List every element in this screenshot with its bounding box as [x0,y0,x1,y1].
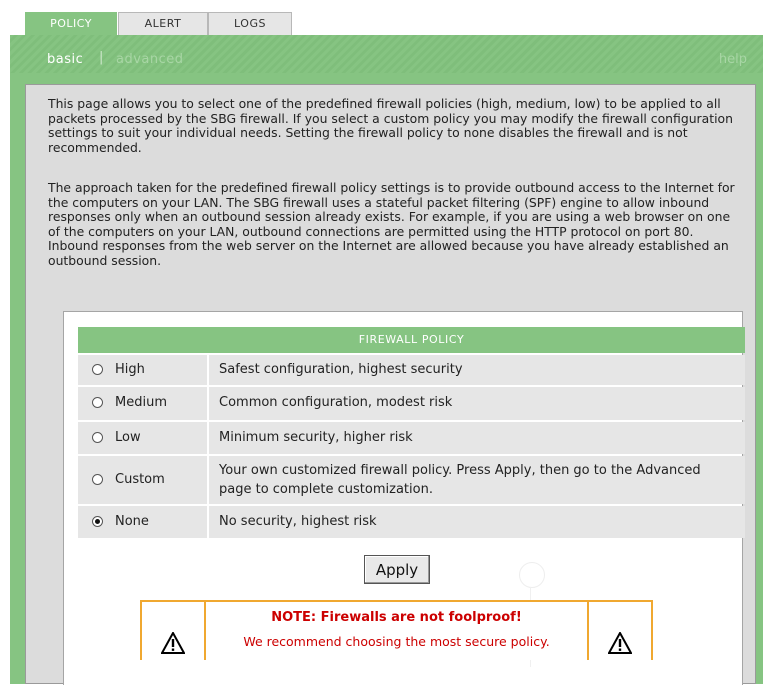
radio-high[interactable] [92,364,103,375]
firewall-warning-note: NOTE: Firewalls are not foolproof! We re… [140,600,653,660]
option-desc-medium: Common configuration, modest risk [219,395,453,410]
option-label-high: High [115,362,145,377]
subnav-separator: | [99,50,104,65]
radio-low[interactable] [92,432,103,443]
option-desc-none: No security, highest risk [219,514,377,529]
policy-row-custom[interactable]: Custom Your own customized firewall poli… [78,456,745,504]
note-left-cell [142,602,206,660]
apply-button[interactable]: Apply [364,555,430,584]
policy-row-none[interactable]: None No security, highest risk [78,506,745,538]
warning-icon [608,632,632,654]
policy-frame: basic | advanced help This page allows y… [10,35,763,685]
warning-icon [161,632,185,654]
intro-paragraph-1: This page allows you to select one of th… [48,96,733,155]
help-link[interactable]: help [719,52,747,67]
option-label-custom: Custom [115,472,165,487]
intro-paragraph-2: The approach taken for the predefined fi… [48,180,735,268]
policy-row-high[interactable]: High Safest configuration, highest secur… [78,355,745,385]
firewall-policy-header: FIREWALL POLICY [78,327,745,353]
option-label-low: Low [115,430,141,445]
option-label-none: None [115,514,149,529]
subnav-basic-link[interactable]: basic [47,52,83,67]
note-title: NOTE: Firewalls are not foolproof! [271,610,522,625]
option-desc-custom: Your own customized firewall policy. Pre… [219,463,701,497]
firewall-policy-panel: FIREWALL POLICY High Safest configuratio… [63,311,745,685]
tab-policy[interactable]: POLICY [25,12,117,37]
policy-row-medium[interactable]: Medium Common configuration, modest risk [78,387,745,420]
note-right-cell [587,602,651,660]
radio-custom[interactable] [92,474,103,485]
tab-logs[interactable]: LOGS [208,12,292,35]
option-label-medium: Medium [115,395,167,410]
option-desc-low: Minimum security, higher risk [219,430,413,445]
radio-medium[interactable] [92,397,103,408]
subnav-advanced-link[interactable]: advanced [116,52,184,67]
note-subtitle: We recommend choosing the most secure po… [243,634,550,649]
tab-alert[interactable]: ALERT [118,12,208,35]
sub-navigation: basic | advanced help [10,35,763,73]
radio-none[interactable] [92,516,103,527]
faint-watermark-circle [519,562,545,588]
content-area: This page allows you to select one of th… [25,84,756,685]
policy-row-low[interactable]: Low Minimum security, higher risk [78,422,745,454]
option-desc-high: Safest configuration, highest security [219,362,463,377]
